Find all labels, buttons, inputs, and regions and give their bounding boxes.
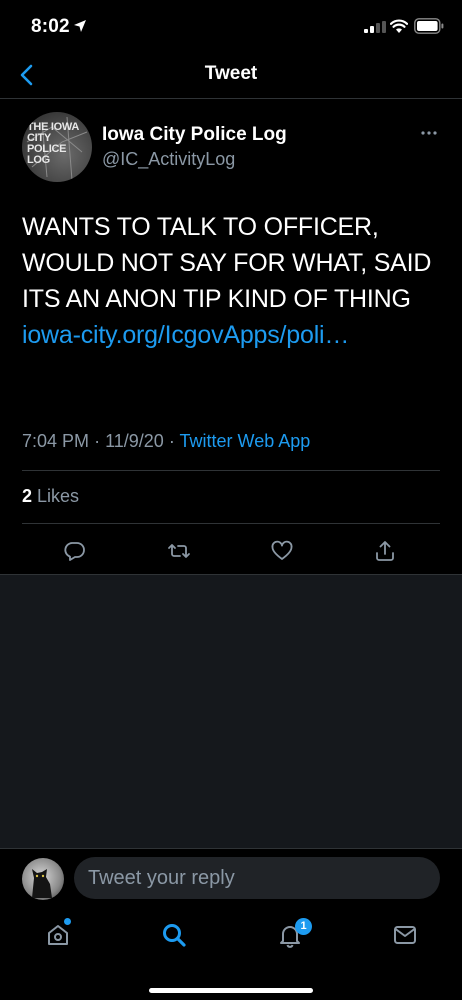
retweet-icon[interactable] (167, 539, 191, 563)
status-time: 8:02 (31, 16, 70, 37)
tweet-time: 7:04 PM (22, 431, 90, 451)
home-indicator (149, 988, 313, 993)
cat-avatar-icon (32, 869, 52, 898)
divider (22, 523, 440, 524)
replies-area (0, 574, 462, 848)
location-arrow-icon (74, 20, 86, 32)
wifi-icon (390, 19, 408, 33)
tweet-source[interactable]: Twitter Web App (180, 431, 311, 451)
tweet-date: 11/9/20 (105, 431, 164, 451)
likes-count[interactable]: 2 Likes (22, 486, 79, 507)
tweet-meta: 7:04 PM · 11/9/20 · Twitter Web App (22, 431, 310, 452)
battery-icon (414, 18, 444, 34)
divider (22, 470, 440, 471)
home-new-dot (64, 918, 71, 925)
meta-separator: · (94, 431, 101, 451)
tweet-body: WANTS TO TALK TO OFFICER, WOULD NOT SAY … (22, 213, 432, 313)
reply-input[interactable]: Tweet your reply (74, 857, 440, 899)
reply-bar: Tweet your reply (0, 848, 462, 908)
tab-bar: 1 (0, 908, 462, 1000)
more-icon[interactable] (420, 130, 438, 136)
status-bar: 8:02 (0, 0, 462, 52)
like-icon[interactable] (270, 539, 294, 563)
search-icon[interactable] (161, 922, 187, 948)
author-handle[interactable]: @IC_ActivityLog (102, 149, 235, 170)
meta-separator: · (168, 431, 175, 451)
page-title: Tweet (204, 63, 258, 84)
tweet-link[interactable]: iowa-city.org/IcgovApps/poli… (22, 321, 349, 349)
user-avatar[interactable] (22, 858, 64, 900)
author-avatar[interactable]: THE IOWA CITY POLICE LOG (22, 112, 92, 182)
author-name[interactable]: Iowa City Police Log (102, 124, 287, 146)
cellular-signal-icon (364, 21, 386, 33)
tweet-detail: THE IOWA CITY POLICE LOG Iowa City Polic… (0, 100, 462, 574)
tweet-actions (0, 533, 462, 573)
share-icon[interactable] (373, 539, 397, 563)
navigation-bar: Tweet (0, 52, 462, 99)
reply-icon[interactable] (63, 539, 87, 563)
home-icon[interactable] (45, 922, 71, 948)
likes-number: 2 (22, 486, 33, 506)
messages-icon[interactable] (392, 922, 418, 948)
tweet-text: WANTS TO TALK TO OFFICER, WOULD NOT SAY … (22, 209, 442, 353)
likes-label: Likes (37, 486, 80, 506)
notifications-badge: 1 (295, 918, 312, 935)
avatar-logo-text: THE IOWA CITY POLICE LOG (27, 121, 79, 166)
